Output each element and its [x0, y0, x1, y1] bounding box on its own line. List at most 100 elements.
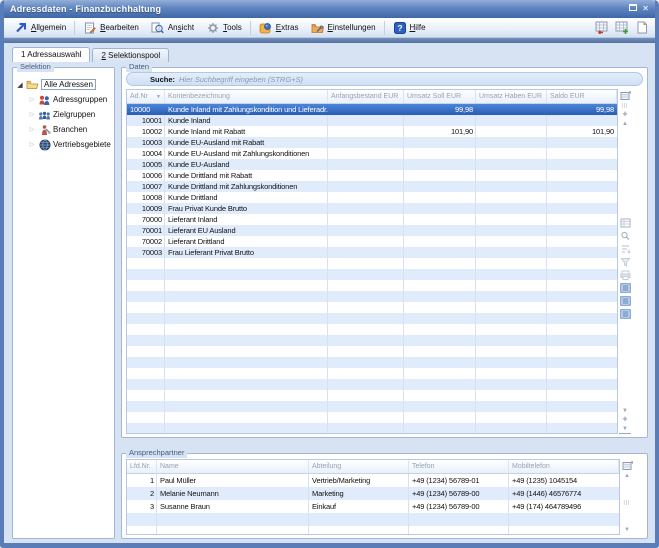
column-header-anfangsbestand-eur[interactable]: Anfangsbestand EUR — [328, 90, 404, 103]
tab-1[interactable]: 1 Adressauswahl — [12, 47, 90, 62]
expand-icon[interactable]: ▷ — [28, 111, 36, 118]
cell: +49 (1234) 56789-00 — [409, 500, 509, 513]
column-header-mobiltelefon[interactable]: Mobiltelefon — [509, 460, 619, 473]
close-button[interactable]: ✕ — [642, 4, 649, 14]
expand-icon[interactable]: ▷ — [28, 141, 36, 148]
table-row[interactable]: 70001Lieferant EU Ausland — [127, 225, 617, 236]
table-row[interactable]: 10002Kunde Inland mit Rabatt101,90101,90 — [127, 126, 617, 137]
search-input[interactable]: Suche: Hier Suchbegriff eingeben (STRG+S… — [126, 72, 643, 86]
tree-item-vertriebsgebiete[interactable]: ▷Vertriebsgebiete — [16, 137, 112, 152]
column-chooser-icon[interactable] — [619, 90, 631, 101]
cell: Kunde EU-Ausland mit Rabatt — [165, 137, 328, 148]
tree-item-label: Branchen — [53, 125, 87, 134]
tab-2[interactable]: 2 Selektionspool — [92, 48, 169, 62]
table-row[interactable]: 10007Kunde Drittland mit Zahlungskonditi… — [127, 181, 617, 192]
table-row[interactable]: 70003Frau Lieferant Privat Brutto — [127, 247, 617, 258]
column-header-lfd-nr-[interactable]: Lfd.Nr. — [127, 460, 157, 473]
settings-icon — [310, 21, 324, 34]
toolbar-right — [595, 21, 651, 34]
table-row[interactable]: 10005Kunde EU-Ausland — [127, 159, 617, 170]
column-header-abteilung[interactable]: Abteilung — [309, 460, 409, 473]
cell — [328, 247, 404, 258]
column-header-umsatz-soll-eur[interactable]: Umsatz Soll EUR — [404, 90, 476, 103]
cell: 10000 — [127, 104, 165, 115]
column-header-telefon[interactable]: Telefon — [409, 460, 509, 473]
expand-icon[interactable]: ▷ — [28, 126, 36, 133]
cell — [547, 159, 617, 170]
cell — [476, 225, 547, 236]
menu-item-extras[interactable]: Extras — [253, 18, 305, 37]
scroll-up-icon[interactable]: ▲ — [619, 120, 631, 129]
column-header-saldo-eur[interactable]: Saldo EUR — [547, 90, 617, 103]
cell — [404, 115, 476, 126]
column-header-kontenbezeichnung[interactable]: Kontenbezeichnung — [165, 90, 328, 103]
table-row[interactable]: 10001Kunde Inland — [127, 115, 617, 126]
print-icon[interactable] — [619, 269, 631, 280]
table-row[interactable]: 1Paul MüllerVertrieb/Marketing+49 (1234)… — [127, 474, 619, 487]
column-header-umsatz-haben-eur[interactable]: Umsatz Haben EUR — [476, 90, 547, 103]
scroll-end-icon[interactable]: ▼ — [619, 425, 631, 434]
scroll-up-icon[interactable]: ▲ — [621, 472, 633, 481]
column-chooser-icon[interactable] — [621, 460, 633, 471]
table-view-icon[interactable] — [619, 217, 631, 228]
accounts-side-toolbar: |||✚▲▼✚▼ — [618, 89, 632, 434]
table-row[interactable]: 10006Kunde Drittland mit Rabatt — [127, 170, 617, 181]
table-row[interactable]: 2Melanie NeumannMarketing+49 (1234) 5678… — [127, 487, 619, 500]
cell — [476, 126, 547, 137]
cell: Einkauf — [309, 500, 409, 513]
expand-icon[interactable]: ▷ — [28, 96, 36, 103]
sort-icon[interactable] — [619, 243, 631, 254]
table-row[interactable]: 70002Lieferant Drittland — [127, 236, 617, 247]
menu-item-allgemein[interactable]: Allgemein — [8, 18, 72, 37]
cell: Susanne Braun — [157, 500, 309, 513]
scroll-plus-up-icon[interactable]: ✚ — [619, 111, 631, 120]
tree-item-zielgruppen[interactable]: ▷Zielgruppen — [16, 107, 112, 122]
cell — [328, 170, 404, 181]
column-header-ad-nr[interactable]: Ad.Nr▼ — [127, 90, 165, 103]
menu-item-label: Einstellungen — [327, 23, 375, 32]
menu-item-ansicht[interactable]: Ansicht — [145, 18, 200, 37]
filter-icon[interactable] — [619, 256, 631, 267]
cell — [328, 126, 404, 137]
column-header-label: Telefon — [412, 463, 435, 470]
table-row[interactable]: 10004Kunde EU-Ausland mit Zahlungskondit… — [127, 148, 617, 159]
table-row[interactable]: 70000Lieferant Inland — [127, 214, 617, 225]
column-header-label: Saldo EUR — [550, 93, 585, 100]
cell: 3 — [127, 500, 157, 513]
menu-item-bearbeiten[interactable]: Bearbeiten — [77, 18, 145, 37]
list-view-2-icon[interactable] — [619, 295, 631, 306]
cell: 10005 — [127, 159, 165, 170]
scroll-down-icon[interactable]: ▼ — [619, 407, 631, 416]
tree-item-adressgruppen[interactable]: ▷Adressgruppen — [16, 92, 112, 107]
tree-item-alle-adressen[interactable]: ◢Alle Adressen — [16, 77, 112, 92]
menu-item-einstellungen[interactable]: Einstellungen — [304, 18, 381, 37]
tree-item-branchen[interactable]: ▷ Branchen — [16, 122, 112, 137]
table-row[interactable]: 10000Kunde Inland mit Zahlungskondition … — [127, 104, 617, 115]
table-row[interactable]: 10008Kunde Drittland — [127, 192, 617, 203]
cell: Kunde Drittland mit Zahlungskonditionen — [165, 181, 328, 192]
table-add-icon[interactable] — [615, 21, 629, 34]
collapse-icon[interactable]: ◢ — [16, 81, 24, 89]
cell — [328, 214, 404, 225]
list-view-1-icon[interactable] — [619, 282, 631, 293]
edit-icon — [83, 21, 97, 34]
column-header-label: Umsatz Soll EUR — [407, 93, 461, 100]
menu-item-tools[interactable]: Tools — [200, 18, 248, 37]
scroll-down-icon[interactable]: ▼ — [621, 526, 633, 535]
cell: 10007 — [127, 181, 165, 192]
table-row[interactable]: 10003Kunde EU-Ausland mit Rabatt — [127, 137, 617, 148]
column-header-name[interactable]: Name — [157, 460, 309, 473]
table-row[interactable]: 10009Frau Privat Kunde Brutto — [127, 203, 617, 214]
list-view-3-icon[interactable] — [619, 308, 631, 319]
table-remove-icon[interactable] — [595, 21, 609, 34]
new-document-icon[interactable] — [635, 21, 649, 34]
zoom-icon[interactable] — [619, 230, 631, 241]
scroll-grip-icon[interactable]: ||| — [624, 499, 631, 508]
cell: Lieferant Inland — [165, 214, 328, 225]
cell: 10003 — [127, 137, 165, 148]
restore-icon — [629, 4, 637, 11]
menu-item-hilfe[interactable]: ?Hilfe — [387, 18, 432, 37]
restore-button[interactable] — [629, 4, 637, 14]
scroll-grip-icon[interactable]: ||| — [622, 102, 629, 111]
table-row[interactable]: 3Susanne BraunEinkauf+49 (1234) 56789-00… — [127, 500, 619, 513]
